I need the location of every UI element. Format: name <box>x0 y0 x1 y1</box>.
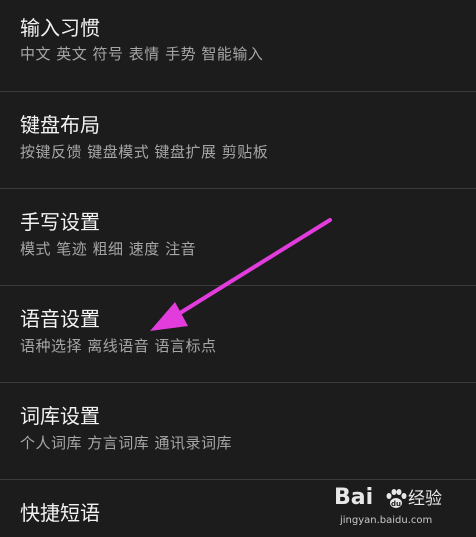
item-title: 手写设置 <box>20 210 100 234</box>
settings-item-keyboard-layout[interactable]: 键盘布局 按键反馈 键盘模式 键盘扩展 剪贴板 <box>0 92 476 189</box>
item-subtitle: 按键反馈 键盘模式 键盘扩展 剪贴板 <box>20 143 269 161</box>
settings-item-voice[interactable]: 语音设置 语种选择 离线语音 语言标点 <box>0 286 476 383</box>
settings-item-quick-phrases[interactable]: 快捷短语 <box>0 480 476 537</box>
item-subtitle: 语种选择 离线语音 语言标点 <box>20 337 217 355</box>
item-title: 键盘布局 <box>20 113 100 137</box>
settings-item-lexicon[interactable]: 词库设置 个人词库 方言词库 通讯录词库 <box>0 383 476 480</box>
item-title: 语音设置 <box>20 307 100 331</box>
settings-item-handwriting[interactable]: 手写设置 模式 笔迹 粗细 速度 注音 <box>0 189 476 286</box>
item-subtitle: 个人词库 方言词库 通讯录词库 <box>20 434 233 452</box>
item-title: 快捷短语 <box>20 501 100 525</box>
item-title: 词库设置 <box>20 404 100 428</box>
item-subtitle: 中文 英文 符号 表情 手势 智能输入 <box>20 45 264 63</box>
item-title: 输入习惯 <box>20 16 100 40</box>
item-subtitle: 模式 笔迹 粗细 速度 注音 <box>20 240 197 258</box>
settings-screen: 输入习惯 中文 英文 符号 表情 手势 智能输入 键盘布局 按键反馈 键盘模式 … <box>0 0 476 537</box>
settings-item-input-habits[interactable]: 输入习惯 中文 英文 符号 表情 手势 智能输入 <box>0 0 476 92</box>
